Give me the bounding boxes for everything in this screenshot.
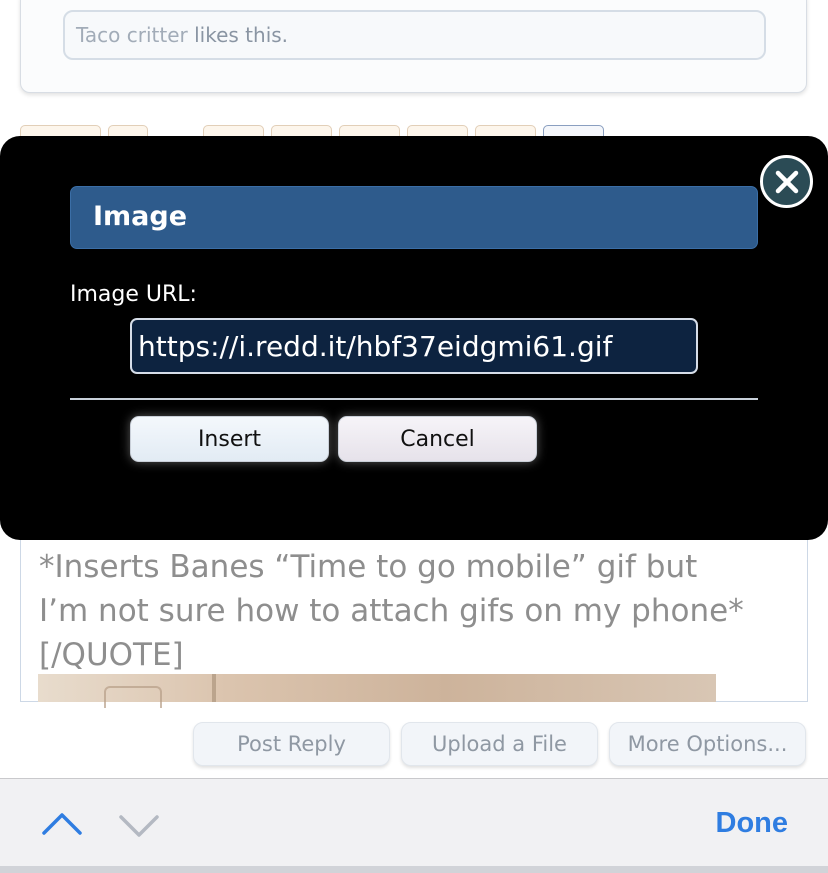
upload-file-button[interactable]: Upload a File: [401, 722, 598, 766]
close-icon: [775, 170, 798, 193]
message-editor[interactable]: *Inserts Banes “Time to go mobile” gif b…: [20, 520, 808, 708]
chevron-up-icon[interactable]: [40, 807, 84, 843]
chevron-down-icon[interactable]: [117, 807, 161, 843]
keyboard-top-edge: [0, 866, 828, 873]
keyboard-accessory-bar: Done: [0, 778, 828, 873]
insert-button[interactable]: Insert: [130, 416, 329, 462]
image-url-label: Image URL:: [70, 282, 197, 307]
likes-card: Taco critter likes this.: [20, 0, 807, 93]
close-button[interactable]: [760, 155, 813, 208]
post-reply-button[interactable]: Post Reply: [193, 722, 390, 766]
likes-suffix: likes this.: [187, 23, 289, 47]
dialog-title: Image: [93, 201, 188, 232]
dialog-title-bar: Image: [70, 186, 758, 249]
done-button[interactable]: Done: [716, 807, 789, 840]
image-dialog: Image Image URL: Insert Cancel: [0, 136, 828, 540]
embedded-image-preview: [38, 674, 716, 708]
likes-summary: Taco critter likes this.: [63, 10, 766, 60]
editor-text[interactable]: *Inserts Banes “Time to go mobile” gif b…: [39, 545, 799, 677]
page: Taco critter likes this. *Inserts Banes …: [0, 0, 828, 873]
dialog-divider: [70, 398, 758, 400]
liker-name-link[interactable]: Taco critter: [76, 23, 188, 47]
image-url-input[interactable]: [130, 318, 698, 374]
cancel-button[interactable]: Cancel: [338, 416, 537, 462]
more-options-button[interactable]: More Options...: [609, 722, 806, 766]
reply-actions: Post Reply Upload a File More Options...: [0, 722, 828, 766]
